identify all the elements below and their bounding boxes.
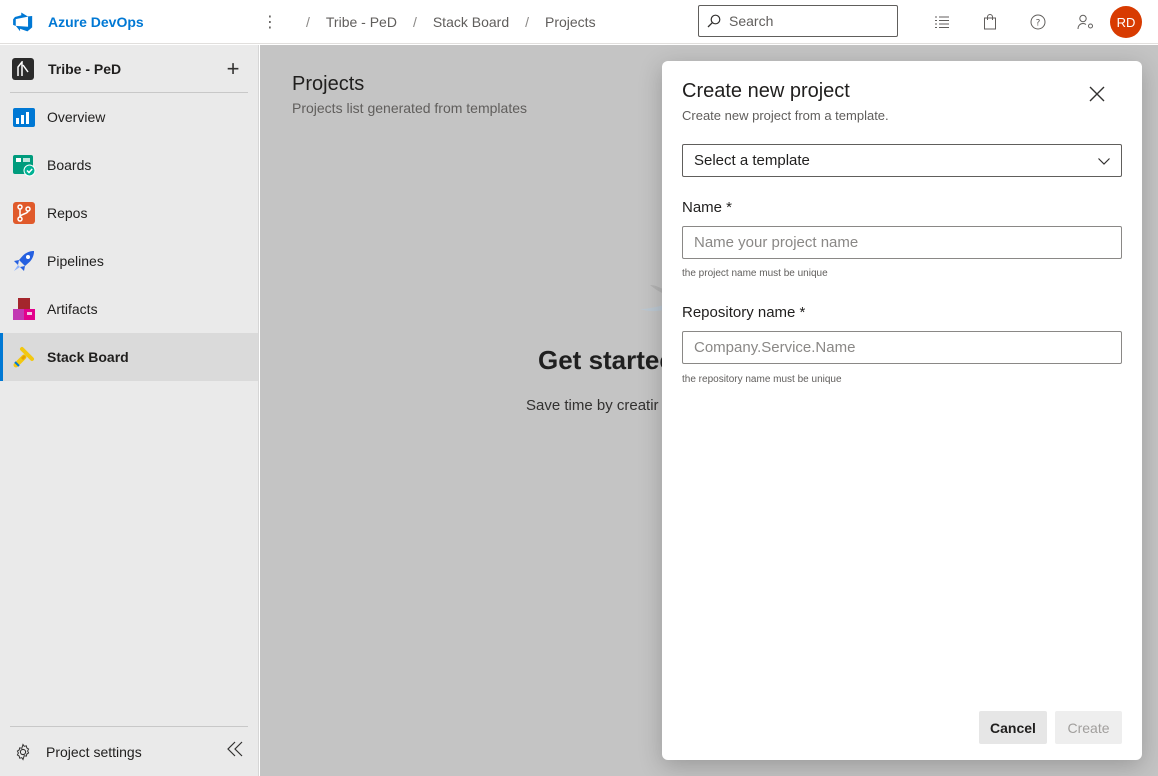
azure-devops-logo-icon (13, 11, 33, 31)
chevron-down-icon (1098, 158, 1110, 165)
create-project-dialog: Create new project Create new project fr… (662, 61, 1142, 760)
dialog-subtitle: Create new project from a template. (682, 108, 889, 123)
breadcrumb-item-page[interactable]: Projects (545, 14, 596, 30)
sidebar: Tribe - PeD + Overview Boards Repos Pipe… (0, 45, 259, 776)
stack-board-icon (13, 347, 34, 368)
gear-icon (16, 742, 30, 761)
project-name: Tribe - PeD (48, 60, 122, 77)
empty-state-text: Save time by creatir (526, 397, 659, 414)
page-title: Projects (292, 73, 365, 95)
top-icons: ? (918, 0, 1110, 44)
sidebar-item-artifacts[interactable]: Artifacts (0, 285, 258, 333)
artifacts-icon (13, 298, 35, 320)
overview-icon (13, 108, 35, 127)
sidebar-item-stack-board[interactable]: Stack Board (0, 333, 258, 381)
avatar[interactable]: RD (1110, 6, 1142, 38)
sidebar-item-label: Repos (47, 205, 88, 221)
search-box[interactable]: Search (698, 5, 898, 37)
repos-icon (13, 202, 35, 224)
sidebar-item-label: Artifacts (47, 301, 98, 317)
svg-text:?: ? (1036, 19, 1041, 29)
repo-field-hint: the repository name must be unique (682, 374, 842, 385)
breadcrumb-item-hub[interactable]: Stack Board (433, 14, 509, 30)
sidebar-item-overview[interactable]: Overview (0, 93, 258, 141)
template-dropdown[interactable]: Select a template (682, 144, 1122, 177)
repo-field-label: Repository name * (682, 304, 806, 321)
brand[interactable]: Azure DevOps (0, 11, 260, 33)
user-settings-icon[interactable] (1062, 0, 1110, 44)
breadcrumb-separator: / (306, 13, 310, 30)
pipelines-icon (14, 250, 35, 271)
template-dropdown-value: Select a template (694, 152, 810, 169)
project-logo-icon (12, 57, 34, 80)
sidebar-item-label: Stack Board (47, 349, 129, 365)
sidebar-item-label: Pipelines (47, 253, 104, 269)
breadcrumb-separator: / (525, 13, 529, 30)
app-name: Azure DevOps (48, 13, 144, 30)
page-subtitle: Projects list generated from templates (292, 100, 527, 116)
collapse-sidebar-icon[interactable] (226, 741, 244, 757)
sidebar-item-label: Boards (47, 157, 92, 173)
project-header[interactable]: Tribe - PeD + (10, 45, 248, 93)
boards-icon (13, 155, 36, 177)
name-field-label: Name * (682, 199, 733, 216)
add-icon[interactable]: + (218, 56, 248, 82)
sidebar-item-repos[interactable]: Repos (0, 189, 258, 237)
breadcrumb: ⋮ / Tribe - PeD / Stack Board / Projects (260, 12, 596, 32)
close-icon[interactable] (1086, 83, 1108, 105)
create-button[interactable]: Create (1055, 711, 1122, 744)
top-bar: Azure DevOps ⋮ / Tribe - PeD / Stack Boa… (0, 0, 1158, 44)
help-icon[interactable]: ? (1014, 0, 1062, 44)
search-placeholder: Search (729, 13, 774, 29)
project-name-input[interactable] (682, 226, 1122, 259)
task-list-icon[interactable] (918, 0, 966, 44)
sidebar-footer: Project settings (10, 726, 248, 776)
empty-state-title: Get startec (538, 345, 674, 375)
search-icon (707, 14, 721, 28)
project-settings-link[interactable]: Project settings (46, 744, 142, 760)
dialog-title: Create new project (682, 80, 850, 102)
sidebar-item-boards[interactable]: Boards (0, 141, 258, 189)
more-options-icon[interactable]: ⋮ (260, 12, 280, 32)
breadcrumb-item-org[interactable]: Tribe - PeD (326, 14, 397, 30)
name-field-hint: the project name must be unique (682, 268, 828, 279)
shopping-bag-icon[interactable] (966, 0, 1014, 44)
sidebar-item-label: Overview (47, 109, 106, 125)
cancel-button[interactable]: Cancel (979, 711, 1047, 744)
breadcrumb-separator: / (412, 13, 417, 30)
repository-name-input[interactable] (682, 331, 1122, 364)
sidebar-item-pipelines[interactable]: Pipelines (0, 237, 258, 285)
